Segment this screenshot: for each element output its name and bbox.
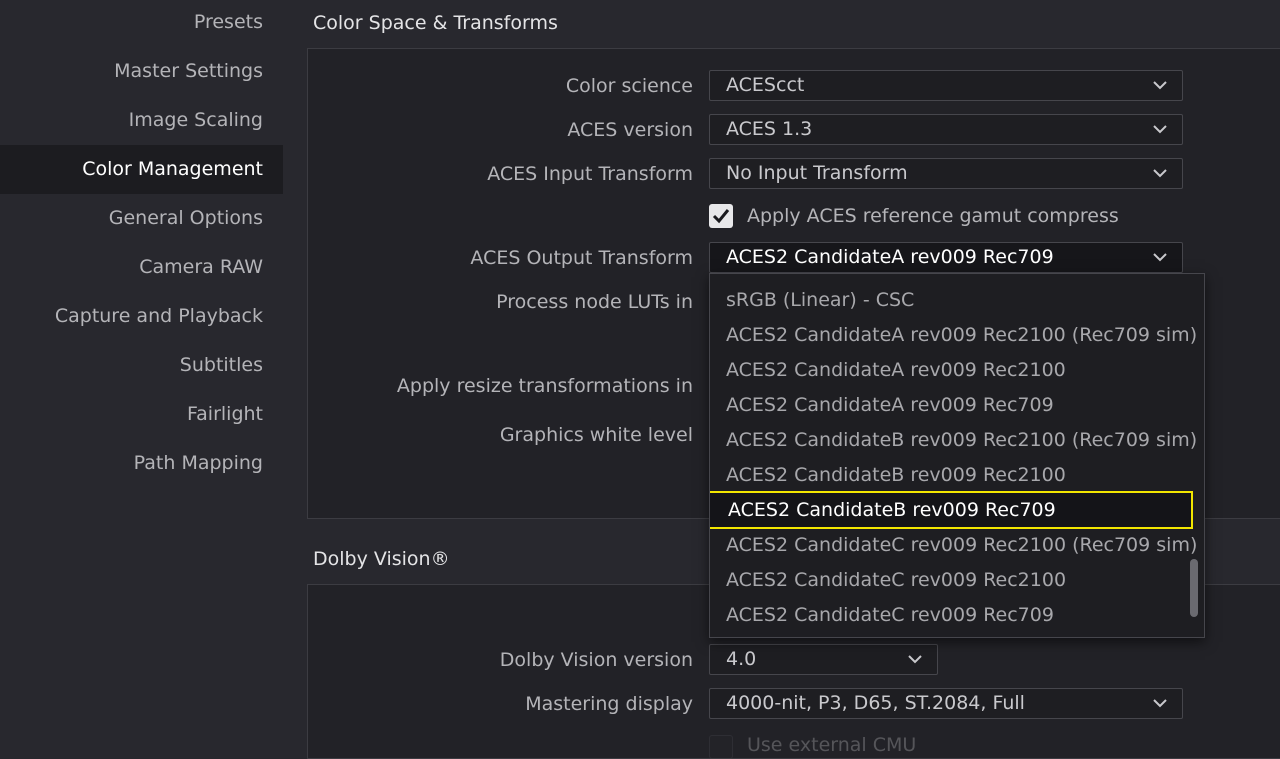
color-science-dropdown[interactable]: ACEScct — [709, 70, 1183, 101]
sidebar-item-color-management[interactable]: Color Management — [0, 145, 283, 194]
color-science-label: Color science — [565, 75, 693, 97]
chevron-down-icon — [1153, 699, 1167, 708]
output-transform-value: ACES2 CandidateA rev009 Rec709 — [726, 246, 1054, 268]
external-cmu-checkbox[interactable] — [709, 735, 733, 759]
aces-version-label: ACES version — [567, 119, 693, 141]
output-transform-dropdown[interactable]: ACES2 CandidateA rev009 Rec709 — [709, 242, 1183, 273]
section-title-dolby-vision: Dolby Vision® — [313, 548, 450, 570]
aces-version-dropdown[interactable]: ACES 1.3 — [709, 114, 1183, 145]
menu-item[interactable]: ACES2 CandidateC rev009 Rec2100 (Rec709 … — [710, 528, 1197, 563]
mastering-display-dropdown[interactable]: 4000-nit, P3, D65, ST.2084, Full — [709, 688, 1183, 719]
chevron-down-icon — [1153, 169, 1167, 178]
menu-item[interactable]: sRGB (Linear) - CSC — [710, 283, 1180, 318]
settings-sidebar: Presets Master Settings Image Scaling Co… — [0, 0, 283, 745]
mastering-display-label: Mastering display — [525, 693, 693, 715]
menu-scrollbar[interactable] — [1190, 559, 1198, 617]
sidebar-item-subtitles[interactable]: Subtitles — [0, 341, 283, 390]
aces-version-value: ACES 1.3 — [726, 118, 813, 140]
dolby-version-dropdown[interactable]: 4.0 — [709, 644, 938, 675]
dolby-version-label: Dolby Vision version — [499, 649, 693, 671]
input-transform-dropdown[interactable]: No Input Transform — [709, 158, 1183, 189]
chevron-down-icon — [1153, 253, 1167, 262]
sidebar-item-capture-playback[interactable]: Capture and Playback — [0, 292, 283, 341]
menu-item[interactable]: ACES2 CandidateA rev009 Rec2100 (Rec709 … — [710, 318, 1197, 353]
menu-item[interactable]: ACES2 CandidateC rev009 Rec2100 — [710, 563, 1180, 598]
gamut-compress-label: Apply ACES reference gamut compress — [747, 205, 1119, 227]
menu-item[interactable]: ACES2 CandidateB rev009 Rec2100 (Rec709 … — [710, 423, 1197, 458]
menu-item[interactable]: ACES2 CandidateC rev009 Rec709 — [710, 598, 1180, 633]
sidebar-item-path-mapping[interactable]: Path Mapping — [0, 439, 283, 488]
process-node-luts-label: Process node LUTs in — [496, 291, 693, 313]
chevron-down-icon — [1153, 81, 1167, 90]
sidebar-item-master-settings[interactable]: Master Settings — [0, 47, 283, 96]
chevron-down-icon — [908, 655, 922, 664]
sidebar-item-camera-raw[interactable]: Camera RAW — [0, 243, 283, 292]
output-transform-menu: sRGB (Linear) - CSC ACES2 CandidateA rev… — [709, 273, 1205, 638]
menu-item[interactable]: ACES2 CandidateA rev009 Rec709 — [710, 388, 1180, 423]
menu-item[interactable]: ACES2 CandidateB rev009 Rec2100 — [710, 458, 1180, 493]
chevron-down-icon — [1153, 125, 1167, 134]
dolby-version-value: 4.0 — [726, 648, 757, 670]
sidebar-item-general-options[interactable]: General Options — [0, 194, 283, 243]
external-cmu-label: Use external CMU — [747, 734, 917, 756]
resize-transforms-label: Apply resize transformations in — [396, 375, 693, 397]
checkmark-icon — [712, 209, 730, 224]
graphics-white-label: Graphics white level — [499, 424, 693, 446]
sidebar-item-image-scaling[interactable]: Image Scaling — [0, 96, 283, 145]
gamut-compress-checkbox[interactable] — [709, 204, 733, 228]
color-science-value: ACEScct — [726, 74, 805, 96]
sidebar-item-fairlight[interactable]: Fairlight — [0, 390, 283, 439]
sidebar-item-presets[interactable]: Presets — [0, 0, 283, 47]
section-title-color-space: Color Space & Transforms — [313, 12, 558, 34]
input-transform-label: ACES Input Transform — [487, 163, 693, 185]
input-transform-value: No Input Transform — [726, 162, 908, 184]
output-transform-label: ACES Output Transform — [470, 247, 693, 269]
menu-item-highlighted[interactable]: ACES2 CandidateB rev009 Rec709 — [710, 491, 1193, 529]
menu-item[interactable]: ACES2 CandidateA rev009 Rec2100 — [710, 353, 1180, 388]
mastering-display-value: 4000-nit, P3, D65, ST.2084, Full — [726, 692, 1025, 714]
